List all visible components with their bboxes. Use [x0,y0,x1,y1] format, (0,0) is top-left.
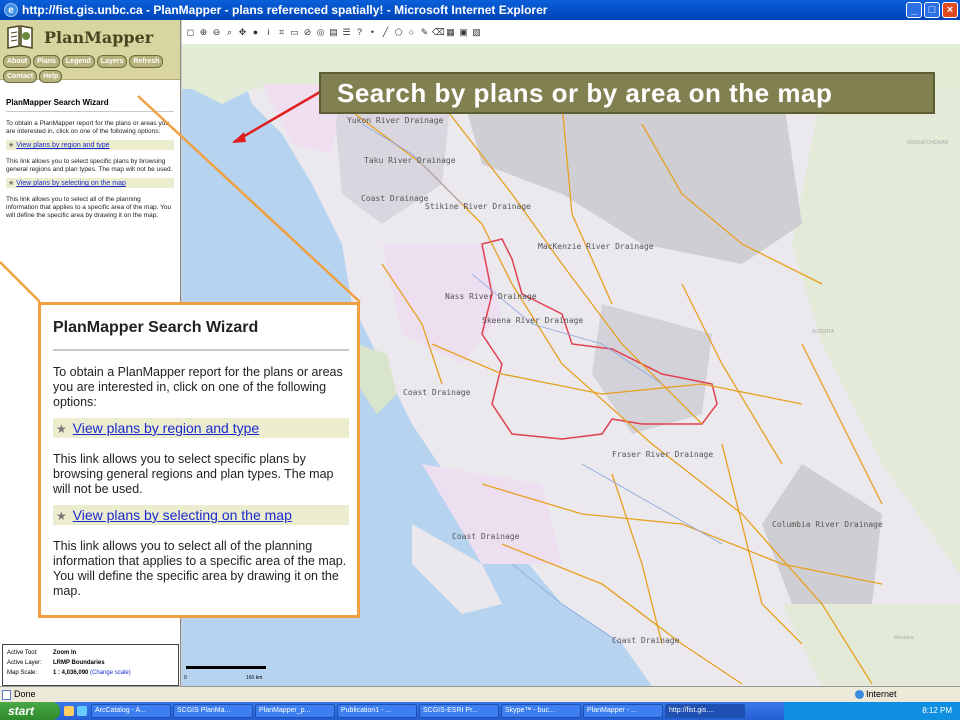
zoom-line [0,261,41,303]
zoom-line [137,95,361,303]
zoom-link-row-region: ★ View plans by region and type [53,418,349,438]
taskbar: start ArcCatalog - A... SCGIS PlanMa... … [0,702,960,720]
globe-icon [855,690,864,699]
zoom-link-row-map: ★ View plans by selecting on the map [53,505,349,525]
taskbar-item[interactable]: PlanMapper - ... [583,704,663,718]
zoom-wizard-desc-region: This link allows you to select specific … [53,452,334,496]
zoom-wizard-title: PlanMapper Search Wizard [53,319,349,351]
taskbar-item[interactable]: Skype™ - buc... [501,704,581,718]
ie-launch-icon[interactable] [77,706,87,716]
clock: 8:12 PM [922,706,952,715]
status-bar: Done Internet [0,686,960,702]
taskbar-item[interactable]: ArcCatalog - A... [91,704,171,718]
zoom-view-by-region-link[interactable]: View plans by region and type [73,420,260,436]
zoom-wizard-intro: To obtain a PlanMapper report for the pl… [53,365,343,409]
system-tray: 8:12 PM [784,702,960,720]
search-wizard-zoom: PlanMapper Search Wizard To obtain a Pla… [38,302,360,618]
arrow-head-icon [232,132,246,143]
callout-banner: Search by plans or by area on the map [319,72,935,114]
zoom-wizard-desc-map: This link allows you to select all of th… [53,539,347,598]
zoom-view-by-map-link[interactable]: View plans by selecting on the map [73,507,292,523]
taskbar-item[interactable]: SCGIS PlanMa... [173,704,253,718]
taskbar-item-active[interactable]: http://fist.gis.... [665,704,745,718]
taskbar-item[interactable]: Publication1 - ... [337,704,417,718]
browser-window: e http://fist.gis.unbc.ca - PlanMapper -… [0,0,960,720]
status-text: Done [14,689,36,699]
start-button[interactable]: start [0,702,60,720]
page-icon [2,690,11,700]
star-icon: ★ [56,422,67,436]
callout-arrow [233,90,321,144]
security-zone: Internet [866,689,897,699]
taskbar-item[interactable]: PlanMapper_p... [255,704,335,718]
desktop-icon[interactable] [64,706,74,716]
taskbar-item[interactable]: SCGIS-ESRI Pr... [419,704,499,718]
quick-launch [64,706,87,716]
star-icon: ★ [56,509,67,523]
